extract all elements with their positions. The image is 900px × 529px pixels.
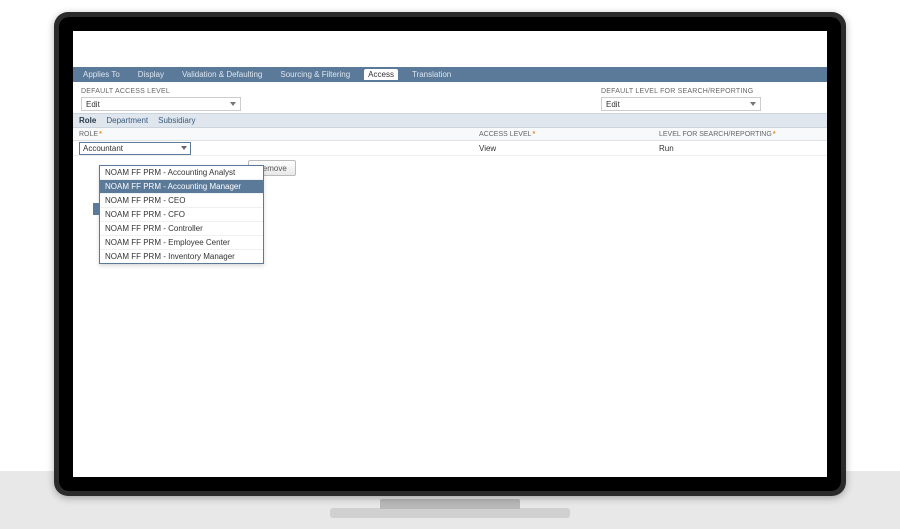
header-blank [73, 31, 827, 67]
laptop-stand-base [330, 508, 570, 518]
subtab-subsidiary[interactable]: Subsidiary [158, 116, 195, 125]
tab-display[interactable]: Display [134, 69, 168, 80]
default-access-group: DEFAULT ACCESS LEVEL Edit [81, 88, 241, 111]
default-search-select[interactable]: Edit [601, 97, 761, 111]
chevron-down-icon [230, 102, 236, 106]
subtab-role[interactable]: Role [79, 116, 96, 125]
subtab-department[interactable]: Department [106, 116, 148, 125]
default-access-select[interactable]: Edit [81, 97, 241, 111]
role-dropdown: NOAM FF PRM - Accounting Analyst NOAM FF… [99, 165, 264, 264]
app-screen: Applies To Display Validation & Defaulti… [73, 31, 827, 477]
required-icon: * [773, 131, 776, 138]
role-combo-value: Accountant [83, 144, 123, 153]
tab-validation-defaulting[interactable]: Validation & Defaulting [178, 69, 266, 80]
tab-access[interactable]: Access [364, 69, 398, 80]
top-tab-bar: Applies To Display Validation & Defaulti… [73, 67, 827, 82]
access-cell[interactable]: View [479, 144, 659, 153]
tab-applies-to[interactable]: Applies To [79, 69, 124, 80]
grid-header-role: ROLE* [79, 131, 479, 138]
required-icon: * [99, 131, 102, 138]
grid-header-row: ROLE* ACCESS LEVEL* LEVEL FOR SEARCH/REP… [73, 128, 827, 141]
dropdown-option[interactable]: NOAM FF PRM - Accounting Analyst [100, 166, 263, 180]
tab-translation[interactable]: Translation [408, 69, 455, 80]
sub-tab-bar: Role Department Subsidiary [73, 113, 827, 128]
laptop-frame: Applies To Display Validation & Defaulti… [54, 12, 846, 496]
grid-header-level: LEVEL FOR SEARCH/REPORTING* [659, 131, 821, 138]
default-search-label: DEFAULT LEVEL FOR SEARCH/REPORTING [601, 88, 761, 95]
dropdown-option[interactable]: NOAM FF PRM - Employee Center [100, 236, 263, 250]
role-cell: Accountant [79, 142, 479, 155]
chevron-down-icon [750, 102, 756, 106]
default-search-group: DEFAULT LEVEL FOR SEARCH/REPORTING Edit [601, 88, 761, 111]
grid-header-access: ACCESS LEVEL* [479, 131, 659, 138]
scroll-handle-icon[interactable] [93, 203, 100, 215]
form-row: DEFAULT ACCESS LEVEL Edit DEFAULT LEVEL … [73, 82, 827, 113]
required-icon: * [533, 131, 536, 138]
dropdown-option[interactable]: NOAM FF PRM - CFO [100, 208, 263, 222]
dropdown-option[interactable]: NOAM FF PRM - Controller [100, 222, 263, 236]
dropdown-option[interactable]: NOAM FF PRM - Inventory Manager [100, 250, 263, 263]
level-cell[interactable]: Run [659, 144, 821, 153]
laptop-bezel: Applies To Display Validation & Defaulti… [59, 17, 841, 491]
dropdown-option[interactable]: NOAM FF PRM - Accounting Manager [100, 180, 263, 194]
laptop-stand-neck [380, 499, 520, 509]
role-combo[interactable]: Accountant [79, 142, 191, 155]
default-access-value: Edit [86, 100, 100, 109]
default-access-label: DEFAULT ACCESS LEVEL [81, 88, 241, 95]
chevron-down-icon [181, 146, 187, 150]
grid-data-row[interactable]: Accountant View Run [73, 141, 827, 156]
default-search-value: Edit [606, 100, 620, 109]
dropdown-option[interactable]: NOAM FF PRM - CEO [100, 194, 263, 208]
tab-sourcing-filtering[interactable]: Sourcing & Filtering [276, 69, 354, 80]
